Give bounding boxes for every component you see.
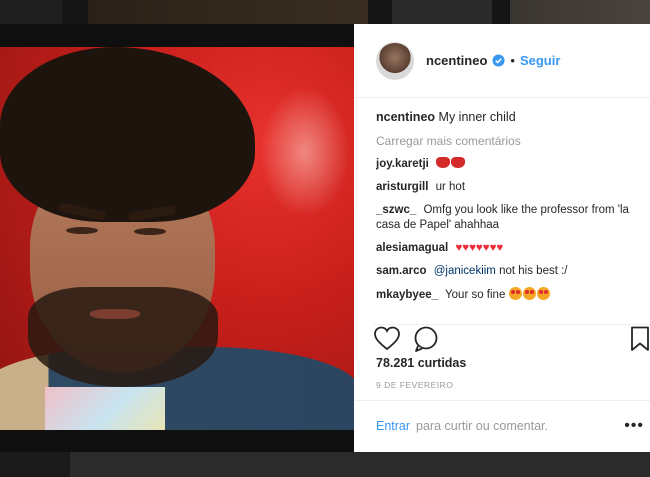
comment-item: aristurgill ur hot <box>376 180 644 195</box>
background-thumbnail <box>70 452 650 477</box>
comment-username[interactable]: _szwc_ <box>376 204 416 216</box>
post-side-panel: ncentineo • Seguir ncentineo My inner ch… <box>354 24 650 452</box>
background-thumbnail <box>510 0 650 24</box>
post-header: ncentineo • Seguir <box>354 24 650 98</box>
heart-eyes-emoji-icon <box>508 287 522 300</box>
background-thumbnail <box>0 0 62 24</box>
heart-outline-icon[interactable] <box>374 326 400 351</box>
comment-username[interactable]: joy.karetji <box>376 158 429 170</box>
bookmark-icon[interactable] <box>631 326 649 351</box>
heart-eyes-emoji-icon <box>536 287 550 300</box>
more-options-icon[interactable]: ••• <box>624 417 644 435</box>
comment-username[interactable]: alesiamagual <box>376 242 448 254</box>
post-photo[interactable] <box>0 47 354 430</box>
actions-icons <box>374 326 649 352</box>
comment-bubble-icon[interactable] <box>414 326 438 352</box>
comment-text: not his best :/ <box>499 265 568 277</box>
comment-item: mkaybyee_ Your so fine <box>376 287 644 303</box>
comment-item: _szwc_ Omfg you look like the professor … <box>376 203 644 233</box>
heart-emoji-icon: ♥♥♥♥♥♥♥ <box>455 242 504 254</box>
verified-badge-icon <box>492 54 505 67</box>
comment-text: Your so fine <box>445 289 506 301</box>
lips-emoji-icon <box>436 157 451 168</box>
comment-item: joy.karetji <box>376 157 644 172</box>
author-username[interactable]: ncentineo <box>426 53 487 68</box>
comment-username[interactable]: aristurgill <box>376 181 428 193</box>
follow-button[interactable]: Seguir <box>520 53 560 68</box>
caption-username[interactable]: ncentineo <box>376 110 435 124</box>
comment-footer: Entrar para curtir ou comentar. ••• <box>354 400 650 452</box>
comment-text: ur hot <box>435 181 466 193</box>
login-hint: para curtir ou comentar. <box>416 419 549 433</box>
heart-eyes-emoji-icon <box>522 287 536 300</box>
comment-mention-link[interactable]: @janicekiim <box>434 265 496 277</box>
comments-list: ncentineo My inner child Carregar mais c… <box>376 110 644 320</box>
comment-item: sam.arco @janicekiim not his best :/ <box>376 264 644 279</box>
comment-item: alesiamagual ♥♥♥♥♥♥♥ <box>376 241 644 256</box>
lips-emoji-icon <box>451 157 466 168</box>
background-thumbnail <box>0 452 70 477</box>
like-count[interactable]: 78.281 curtidas <box>376 356 466 370</box>
load-more-comments-button[interactable]: Carregar mais comentários <box>376 134 644 149</box>
background-thumbnail <box>392 0 492 24</box>
separator-dot: • <box>510 53 515 68</box>
comment-username[interactable]: sam.arco <box>376 265 427 277</box>
post-date: 9 DE FEVEREIRO <box>376 380 454 390</box>
background-thumbnail <box>88 0 368 24</box>
background-bottom-strip <box>0 452 650 477</box>
comment-username[interactable]: mkaybyee_ <box>376 289 438 301</box>
post-caption: ncentineo My inner child <box>376 110 644 125</box>
background-top-strip <box>0 0 650 24</box>
caption-text: My inner child <box>438 110 516 124</box>
avatar[interactable] <box>376 41 414 80</box>
login-link[interactable]: Entrar <box>376 419 410 433</box>
post-actions <box>374 324 650 352</box>
